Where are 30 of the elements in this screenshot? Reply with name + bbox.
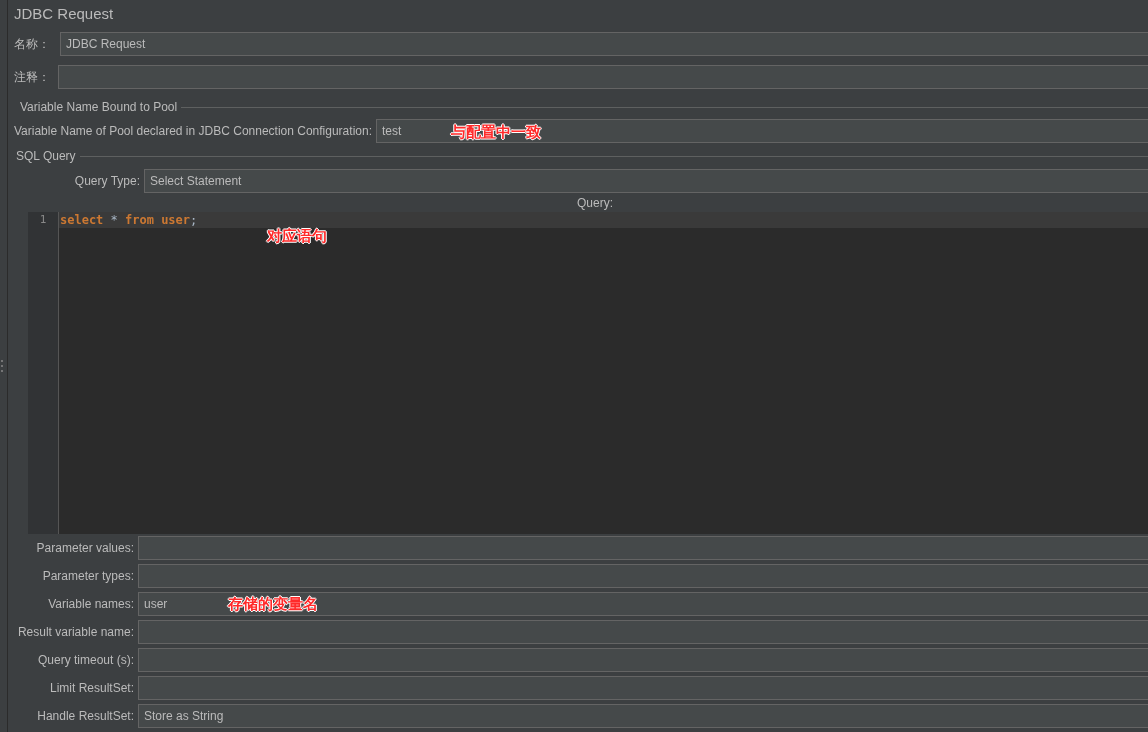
splitter-handle-icon[interactable] [0,359,4,373]
group-title: Variable Name Bound to Pool [20,99,178,116]
text-field[interactable] [138,536,1148,560]
field-label: Query Type: [73,173,141,190]
annotation-text: 存储的变量名 [228,594,318,614]
group-title: SQL Query [16,148,76,165]
field-label: Variable Name of Pool declared in JDBC Connection Configuration: [14,123,373,140]
field-label: Parameter values: [35,540,135,557]
text-field[interactable] [138,676,1148,700]
line-number: 1 [38,212,48,228]
annotation-text: 与配置中一致 [451,122,541,142]
text-field[interactable] [138,620,1148,644]
field-label: Query timeout (s): [36,652,135,669]
query-label: Query: [577,195,613,212]
field-label: 注释： [14,69,51,86]
field-label: 名称： [14,36,51,53]
field-label: Handle ResultSet: [36,708,135,725]
field-label: Limit ResultSet: [48,680,135,697]
field-label: Parameter types: [41,568,135,585]
text-field[interactable] [138,648,1148,672]
field-label: Result variable name: [16,624,135,641]
text-field[interactable]: Store as String [138,704,1148,728]
field-label: Variable names: [47,596,135,613]
query-type-dropdown[interactable]: Select Statement [144,169,1148,193]
panel-title: JDBC Request [14,4,115,24]
annotation-text: 对应语句 [267,226,327,246]
text-field[interactable] [138,564,1148,588]
name-field[interactable]: JDBC Request [60,32,1148,56]
code-editor[interactable]: 1 select * from user; 对应语句 [28,212,1148,534]
comment-field[interactable] [58,65,1148,89]
